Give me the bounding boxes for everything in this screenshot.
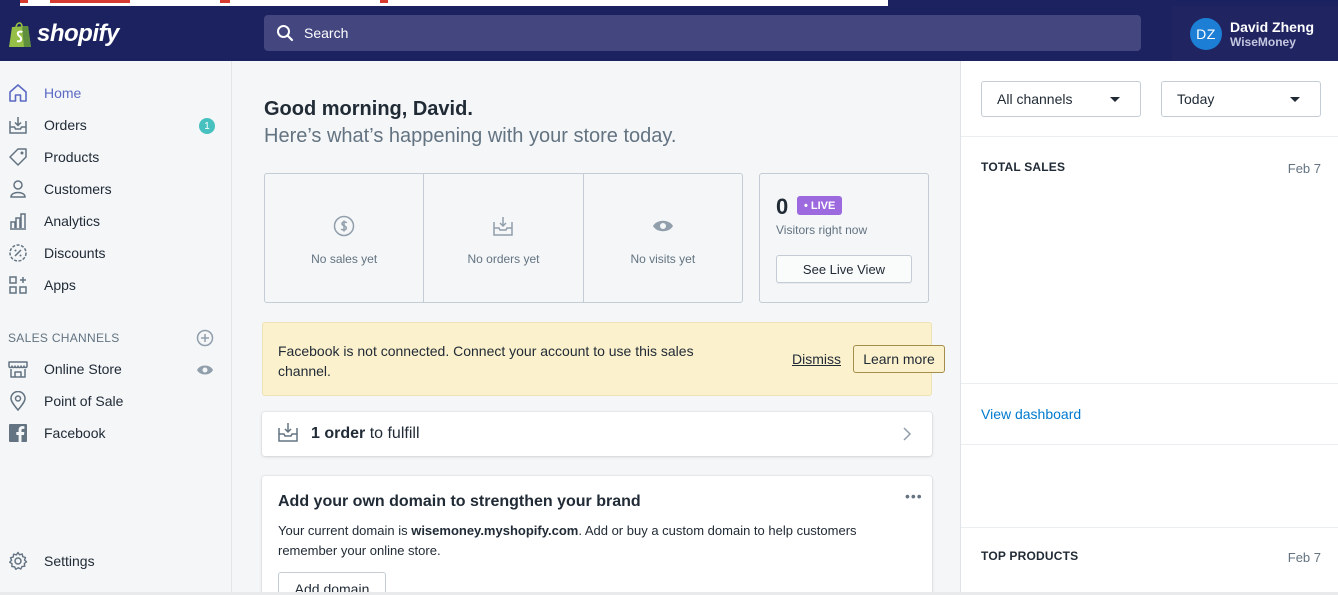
shopify-bag-icon: [9, 21, 31, 47]
current-domain: wisemoney.myshopify.com: [411, 523, 579, 538]
add-channel-icon[interactable]: [196, 329, 214, 352]
add-domain-card: Add your own domain to strengthen your b…: [262, 476, 932, 595]
channel-select-value: All channels: [997, 91, 1073, 107]
right-panel: All channels Today TOTAL SALES Feb 7 Vie…: [960, 61, 1338, 595]
search-input[interactable]: [304, 25, 1104, 41]
sidebar-item-online-store[interactable]: Online Store: [0, 354, 231, 384]
top-bar: shopify DZ David Zheng WiseMoney: [0, 0, 1338, 61]
orders-to-fulfill-card[interactable]: 1 order to fulfill: [262, 412, 932, 456]
domain-card-title: Add your own domain to strengthen your b…: [278, 493, 641, 510]
search-bar[interactable]: [264, 15, 1141, 51]
view-dashboard-link[interactable]: View dashboard: [981, 406, 1081, 422]
sidebar-item-label: Products: [44, 149, 100, 165]
sidebar-item-label: Analytics: [44, 213, 101, 229]
inbox-icon: [277, 421, 299, 448]
stat-sales: No sales yet: [265, 174, 425, 302]
live-visitor-count: 0: [776, 194, 789, 219]
fulfill-label: to fulfill: [365, 425, 420, 442]
domain-card-text: Your current domain is wisemoney.myshopi…: [278, 523, 857, 558]
sidebar-item-label: Discounts: [44, 245, 106, 261]
eye-icon: [652, 215, 674, 242]
sidebar-item-label: Point of Sale: [44, 393, 124, 409]
store-icon: [8, 359, 28, 379]
discount-icon: [8, 243, 28, 263]
channel-select[interactable]: All channels: [981, 81, 1141, 117]
sidebar-item-discounts[interactable]: Discounts: [0, 238, 231, 268]
stat-label: No visits yet: [630, 251, 696, 266]
total-sales-date: Feb 7: [1287, 161, 1321, 176]
sidebar-item-home[interactable]: Home: [0, 78, 231, 108]
caret-down-icon: [1290, 97, 1300, 102]
learn-more-button[interactable]: Learn more: [853, 345, 945, 373]
see-live-view-button[interactable]: See Live View: [776, 255, 912, 283]
stats-card: No sales yet No orders yet No visits yet: [264, 173, 743, 303]
facebook-banner: Facebook is not connected. Connect your …: [262, 322, 945, 396]
live-visitors-card: 0 • LIVE Visitors right now See Live Vie…: [759, 173, 929, 303]
main-content: Good morning, David. Here’s what’s happe…: [232, 61, 960, 595]
location-pin-icon: [8, 391, 28, 411]
sales-channels-label: SALES CHANNELS: [8, 331, 120, 345]
tag-icon: [8, 147, 28, 167]
inbox-icon: [492, 215, 514, 242]
chevron-right-icon: [902, 427, 912, 446]
stat-label: No orders yet: [467, 251, 540, 266]
store-name: WiseMoney: [1230, 34, 1296, 49]
stat-orders: No orders yet: [424, 174, 584, 302]
sidebar-item-point-of-sale[interactable]: Point of Sale: [0, 386, 231, 416]
user-name: David Zheng: [1230, 18, 1315, 35]
stat-visits: No visits yet: [584, 174, 742, 302]
brand-name: shopify: [37, 19, 119, 47]
divider: [961, 444, 1338, 445]
sidebar-item-label: Home: [44, 85, 82, 101]
stat-label: No sales yet: [311, 251, 378, 266]
top-products-date: Feb 7: [1287, 550, 1321, 565]
sidebar-item-facebook[interactable]: Facebook: [0, 418, 231, 448]
live-badge: • LIVE: [797, 196, 843, 215]
sidebar-item-label: Facebook: [44, 425, 106, 441]
user-menu[interactable]: DZ David Zheng WiseMoney: [1172, 6, 1338, 61]
date-select-value: Today: [1177, 91, 1215, 107]
divider: [961, 527, 1338, 528]
dismiss-link[interactable]: Dismiss: [792, 351, 841, 367]
divider: [961, 383, 1338, 384]
shopify-logo[interactable]: shopify: [0, 6, 232, 61]
search-icon: [277, 25, 294, 42]
live-visitors-label: Visitors right now: [776, 223, 868, 237]
orders-icon: [8, 115, 28, 135]
divider: [961, 136, 1338, 137]
sidebar-item-label: Settings: [44, 553, 95, 569]
home-icon: [8, 83, 28, 103]
sidebar-item-label: Customers: [44, 181, 112, 197]
sidebar-item-customers[interactable]: Customers: [0, 174, 231, 204]
gear-icon: [8, 551, 28, 571]
sidebar-item-label: Orders: [44, 117, 87, 133]
sidebar-item-label: Online Store: [44, 361, 122, 377]
sidebar: Home Orders 1 Products Customers Analyti…: [0, 61, 232, 595]
avatar: DZ: [1190, 17, 1222, 50]
caret-down-icon: [1110, 97, 1120, 102]
sidebar-item-label: Apps: [44, 277, 76, 293]
greeting-subtitle: Here’s what’s happening with your store …: [264, 125, 677, 147]
banner-message: Facebook is not connected. Connect your …: [278, 343, 694, 379]
dollar-circle-icon: [333, 215, 355, 242]
sidebar-item-orders[interactable]: Orders 1: [0, 110, 231, 140]
sidebar-item-products[interactable]: Products: [0, 142, 231, 172]
orders-count-badge: 1: [199, 118, 215, 134]
sidebar-item-settings[interactable]: Settings: [0, 546, 231, 576]
sidebar-item-analytics[interactable]: Analytics: [0, 206, 231, 236]
greeting: Good morning, David.: [264, 98, 473, 120]
order-count: 1 order: [311, 425, 366, 442]
more-actions-icon[interactable]: •••: [905, 488, 923, 504]
person-icon: [8, 179, 28, 199]
top-products-label: TOP PRODUCTS: [981, 549, 1079, 563]
total-sales-label: TOTAL SALES: [981, 160, 1066, 174]
facebook-icon: [8, 423, 28, 443]
sidebar-item-apps[interactable]: Apps: [0, 270, 231, 300]
date-range-select[interactable]: Today: [1161, 81, 1321, 117]
apps-icon: [8, 275, 28, 295]
bar-chart-icon: [8, 211, 28, 231]
view-store-eye-icon[interactable]: [196, 363, 214, 380]
